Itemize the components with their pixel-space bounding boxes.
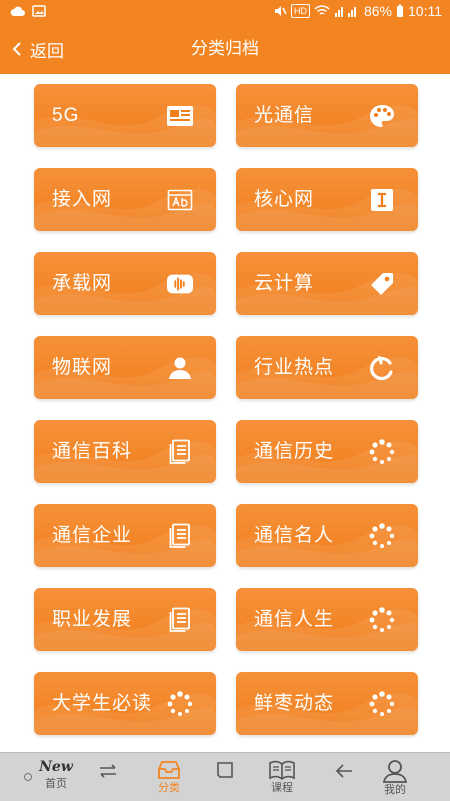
category-tile[interactable]: 光通信 bbox=[236, 84, 418, 147]
status-left-icons bbox=[10, 4, 46, 18]
swap-icon bbox=[100, 764, 116, 778]
spinner-icon bbox=[368, 606, 396, 634]
category-tile[interactable]: 5G bbox=[34, 84, 216, 147]
text-cursor-icon bbox=[368, 186, 396, 214]
category-tile[interactable]: 物联网 bbox=[34, 336, 216, 399]
user-icon bbox=[166, 354, 194, 382]
spinner-icon bbox=[368, 438, 396, 466]
new-badge: New bbox=[39, 759, 73, 775]
nav-mine-label: 我的 bbox=[384, 784, 406, 796]
page-title: 分类归档 bbox=[191, 39, 259, 58]
wifi-icon bbox=[314, 5, 330, 15]
profile-icon bbox=[382, 760, 408, 783]
category-tile[interactable]: 云计算 bbox=[236, 252, 418, 315]
nav-home[interactable]: New 首页 bbox=[28, 753, 84, 801]
battery-percent: 86% bbox=[363, 3, 392, 19]
nav-back[interactable] bbox=[316, 753, 372, 801]
document-icon bbox=[166, 522, 194, 550]
category-tile[interactable]: 接入网 bbox=[34, 168, 216, 231]
category-tile-label: 承载网 bbox=[52, 273, 113, 294]
app-header: 返回 分类归档 bbox=[0, 24, 450, 74]
nav-course-label: 课程 bbox=[271, 782, 293, 794]
document-icon bbox=[166, 438, 194, 466]
category-list: 5G 光通信接入网 核心网承载网 云计算物联网 行业热点通信百科 通信历史通信企业 通信名人… bbox=[0, 74, 450, 752]
book-icon bbox=[269, 760, 295, 780]
nav-category[interactable]: 分类 bbox=[141, 753, 197, 801]
category-tile[interactable]: 职业发展 bbox=[34, 588, 216, 651]
tag-icon bbox=[368, 270, 396, 298]
category-tile-label: 通信人生 bbox=[254, 609, 335, 630]
image-icon bbox=[32, 5, 46, 17]
nav-dot-indicator bbox=[24, 773, 32, 781]
nav-mine[interactable]: 我的 bbox=[367, 753, 423, 801]
audio-wave-icon bbox=[166, 270, 194, 298]
category-tile[interactable]: 通信企业 bbox=[34, 504, 216, 567]
nav-swap[interactable] bbox=[80, 753, 136, 801]
category-tile-label: 通信企业 bbox=[52, 525, 133, 546]
category-tile[interactable]: 通信人生 bbox=[236, 588, 418, 651]
arrow-left-icon bbox=[335, 764, 352, 778]
status-right-indicators: HD 86% 10:11 bbox=[273, 3, 442, 19]
mute-icon bbox=[274, 6, 287, 16]
nav-course[interactable]: 课程 bbox=[254, 753, 310, 801]
spinner-icon bbox=[368, 522, 396, 550]
cloud-icon bbox=[10, 6, 25, 16]
category-tile-label: 通信名人 bbox=[254, 525, 335, 546]
category-tile[interactable]: 通信名人 bbox=[236, 504, 418, 567]
signal-icon bbox=[334, 7, 356, 17]
category-tile[interactable]: 大学生必读 bbox=[34, 672, 216, 735]
nav-home-label: 首页 bbox=[45, 778, 67, 790]
category-tile-label: 行业热点 bbox=[254, 357, 335, 378]
category-tile-label: 5G bbox=[52, 105, 80, 126]
document-icon bbox=[166, 606, 194, 634]
inbox-icon bbox=[158, 761, 180, 779]
battery-icon bbox=[397, 4, 403, 17]
bottom-nav: New 首页 分类 课程 我的 bbox=[0, 752, 450, 801]
spinner-icon bbox=[368, 690, 396, 718]
category-tile-label: 鲜枣动态 bbox=[254, 693, 335, 714]
chevron-left-icon bbox=[12, 42, 21, 56]
status-bar: HD 86% 10:11 bbox=[0, 0, 450, 24]
category-tile[interactable]: 通信历史 bbox=[236, 420, 418, 483]
square-icon bbox=[217, 762, 233, 778]
category-tile-label: 物联网 bbox=[52, 357, 113, 378]
category-tile[interactable]: 核心网 bbox=[236, 168, 418, 231]
spinner-icon bbox=[166, 690, 194, 718]
category-tile-label: 通信历史 bbox=[254, 441, 335, 462]
category-grid: 5G 光通信接入网 核心网承载网 云计算物联网 行业热点通信百科 通信历史通信企业 通信名人… bbox=[34, 84, 418, 735]
status-time: 10:11 bbox=[408, 3, 442, 19]
category-tile-label: 大学生必读 bbox=[52, 693, 153, 714]
category-tile-label: 通信百科 bbox=[52, 441, 133, 462]
category-tile-label: 云计算 bbox=[254, 273, 315, 294]
nav-category-label: 分类 bbox=[158, 782, 180, 794]
category-tile[interactable]: 行业热点 bbox=[236, 336, 418, 399]
category-tile[interactable]: 鲜枣动态 bbox=[236, 672, 418, 735]
nav-square[interactable] bbox=[197, 753, 253, 801]
refresh-icon bbox=[368, 354, 396, 382]
back-label: 返回 bbox=[30, 41, 64, 61]
id-card-icon bbox=[166, 102, 194, 130]
category-tile-label: 职业发展 bbox=[52, 609, 133, 630]
ad-frame-icon bbox=[166, 186, 194, 214]
back-button[interactable]: 返回 bbox=[12, 24, 64, 74]
category-tile-label: 光通信 bbox=[254, 105, 315, 126]
category-tile-label: 核心网 bbox=[254, 189, 315, 210]
palette-icon bbox=[368, 102, 396, 130]
category-tile-label: 接入网 bbox=[52, 189, 113, 210]
category-tile[interactable]: 承载网 bbox=[34, 252, 216, 315]
network-badge: HD bbox=[290, 4, 310, 18]
category-tile[interactable]: 通信百科 bbox=[34, 420, 216, 483]
